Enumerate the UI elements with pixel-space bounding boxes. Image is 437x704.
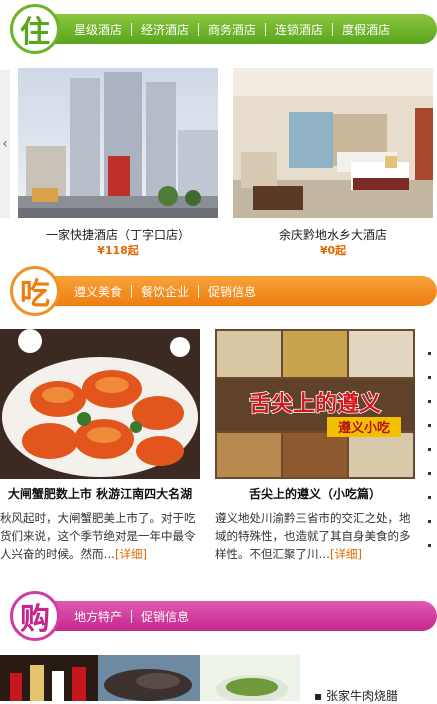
bullet (428, 520, 431, 523)
carousel-prev-button[interactable]: ‹ (0, 70, 10, 218)
food-article-1-excerpt: 秋风起时，大闸蟹肥美上市了。对于吃货们来说，这个季节绝对是一年中最令人兴奋的时候… (0, 511, 196, 561)
nav-divider (131, 609, 133, 623)
food-article-1-more-link[interactable]: [详细] (115, 547, 147, 561)
hotel-photo-2[interactable] (233, 68, 433, 218)
snack-image-subtitle: 遵义小吃 (338, 420, 390, 436)
nav-divider (131, 284, 133, 298)
nav-divider (198, 22, 200, 36)
specialty-image-3[interactable] (200, 655, 300, 701)
liquor-bottles-image (0, 655, 98, 701)
nav-star-hotel[interactable]: 星级酒店 (74, 21, 122, 38)
shop-seal-char: 购 (20, 602, 50, 637)
hotel-nav-bar: 星级酒店 经济酒店 商务酒店 连锁酒店 度假酒店 (38, 14, 437, 44)
bullet (428, 424, 431, 427)
nav-divider (131, 22, 133, 36)
hotel-name-1[interactable]: 一家快捷酒店（丁字口店） (18, 226, 218, 243)
food-article-2-image[interactable]: 舌尖上的遵义 遵义小吃 (215, 329, 415, 479)
hotel-nav: 星级酒店 经济酒店 商务酒店 连锁酒店 度假酒店 (74, 21, 390, 38)
nav-economy-hotel[interactable]: 经济酒店 (141, 21, 189, 38)
hotel-seal-icon: 住 (10, 4, 60, 54)
cured-meat-image (98, 655, 200, 701)
food-article-2-excerpt: 遵义地处川渝黔三省市的交汇之处，地域的特殊性，也造就了其自身美食的多样性。不但汇… (215, 511, 411, 561)
crab-dish-image (0, 329, 200, 479)
hotel-price-2: ¥0起 (319, 244, 347, 257)
nav-divider (265, 22, 267, 36)
hotel-room-image (233, 68, 433, 218)
nav-divider (198, 284, 200, 298)
nav-zunyi-food[interactable]: 遵义美食 (74, 283, 122, 300)
nav-dining-business[interactable]: 餐饮企业 (141, 283, 189, 300)
specialty-list-item[interactable]: ▪ 张家牛肉烧腊 (314, 687, 398, 704)
food-seal-icon: 吃 (10, 266, 60, 316)
food-section: 遵义美食 餐饮企业 促销信息 吃 (0, 266, 437, 326)
nav-chain-hotel[interactable]: 连锁酒店 (275, 21, 323, 38)
bullet (428, 448, 431, 451)
food-article-2-more-link[interactable]: [详细] (330, 547, 362, 561)
food-article-1-excerpt-block: 秋风起时，大闸蟹肥美上市了。对于吃货们来说，这个季节绝对是一年中最令人兴奋的时候… (0, 509, 200, 563)
bullet (428, 400, 431, 403)
bullet (428, 376, 431, 379)
shop-seal-icon: 购 (10, 591, 60, 641)
food-nav-bar: 遵义美食 餐饮企业 促销信息 (38, 276, 437, 306)
food-article-1-title[interactable]: 大闸蟹肥数上市 秋游江南四大名湖 (0, 485, 200, 502)
hotel-building-image (18, 68, 218, 218)
shop-nav-bar: 地方特产 促销信息 (38, 601, 437, 631)
food-article-2-title[interactable]: 舌尖上的遵义（小吃篇） (215, 485, 415, 502)
shop-section: 地方特产 促销信息 购 (0, 591, 437, 651)
bullet (428, 472, 431, 475)
food-seal-char: 吃 (20, 277, 50, 312)
food-nav: 遵义美食 餐饮企业 促销信息 (74, 283, 256, 300)
food-article-1-image[interactable] (0, 329, 200, 479)
shop-nav: 地方特产 促销信息 (74, 608, 189, 625)
bullet (428, 544, 431, 547)
specialty-image-1[interactable] (0, 655, 98, 701)
nav-divider (332, 22, 334, 36)
specialty-image-2[interactable] (98, 655, 200, 701)
food-article-2-excerpt-block: 遵义地处川渝黔三省市的交汇之处，地域的特殊性，也造就了其自身美食的多样性。不但汇… (215, 509, 415, 563)
nav-food-promotions[interactable]: 促销信息 (208, 283, 256, 300)
green-tea-image (200, 655, 300, 701)
bullet (428, 496, 431, 499)
nav-business-hotel[interactable]: 商务酒店 (208, 21, 256, 38)
zunyi-snack-collage-image: 舌尖上的遵义 遵义小吃 (215, 329, 415, 479)
hotel-photo-1[interactable] (18, 68, 218, 218)
food-list-bullets (428, 352, 431, 568)
nav-local-specialties[interactable]: 地方特产 (74, 608, 122, 625)
nav-resort-hotel[interactable]: 度假酒店 (342, 21, 390, 38)
hotel-name-2[interactable]: 余庆黔地水乡大酒店 (233, 226, 433, 243)
hotel-price-1: ¥118起 (97, 244, 139, 257)
hotel-seal-char: 住 (20, 15, 50, 50)
snack-image-title: 舌尖上的遵义 (249, 391, 381, 417)
bullet (428, 352, 431, 355)
nav-shop-promotions[interactable]: 促销信息 (141, 608, 189, 625)
